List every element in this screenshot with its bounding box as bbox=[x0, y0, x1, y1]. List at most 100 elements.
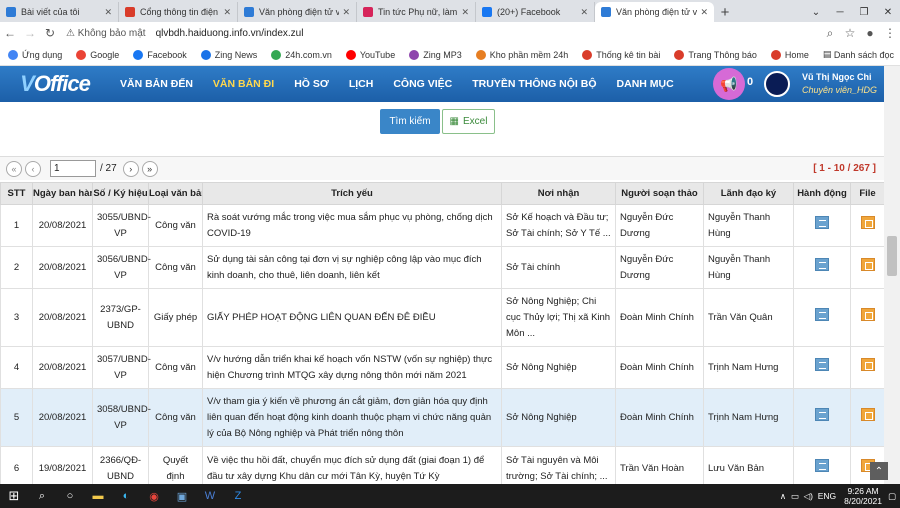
tab-close-icon[interactable]: ✕ bbox=[342, 7, 350, 18]
attachment-icon[interactable] bbox=[860, 408, 875, 421]
restore-icon[interactable]: ❐ bbox=[852, 2, 876, 22]
attachment-icon[interactable] bbox=[860, 308, 875, 321]
task-view-icon[interactable]: ○ bbox=[56, 484, 84, 508]
minimize-icon[interactable]: ─ bbox=[828, 2, 852, 22]
excel-button[interactable]: ▦ Excel bbox=[442, 109, 495, 134]
bookmark-item[interactable]: Google bbox=[76, 49, 119, 60]
tab-search-icon[interactable]: ⌄ bbox=[804, 2, 828, 22]
browser-tab[interactable]: Tin tức Phụ nữ, làm đẹp✕ bbox=[357, 2, 476, 22]
menu-item[interactable]: HỒ SƠ bbox=[284, 66, 339, 102]
profile-icon[interactable]: ● bbox=[860, 26, 880, 40]
tab-close-icon[interactable]: ✕ bbox=[104, 7, 112, 18]
menu-item[interactable]: VĂN BẢN ĐẾN bbox=[110, 66, 203, 102]
forward-icon[interactable]: → bbox=[20, 26, 40, 40]
url-field[interactable]: ⚠ Không bảo mật qlvbdh.haiduong.info.vn/… bbox=[66, 25, 820, 42]
tab-close-icon[interactable]: ✕ bbox=[461, 7, 469, 18]
column-header[interactable]: Số / Ký hiệu bbox=[92, 182, 149, 205]
tab-close-icon[interactable]: ✕ bbox=[700, 7, 708, 18]
reload-icon[interactable]: ↻ bbox=[40, 26, 60, 40]
bookmark-item[interactable]: 24h.com.vn bbox=[271, 49, 332, 60]
menu-item[interactable]: LỊCH bbox=[339, 66, 384, 102]
view-document-icon[interactable] bbox=[815, 408, 829, 421]
chrome-icon[interactable]: ◉ bbox=[140, 484, 168, 508]
table-row[interactable]: 4 20/08/2021 3057/UBND-VP Công văn V/v hướng… bbox=[0, 346, 884, 389]
menu-item[interactable]: CÔNG VIỆC bbox=[383, 66, 462, 102]
menu-item[interactable]: TRUYỀN THÔNG NỘI BỘ bbox=[462, 66, 606, 102]
attachment-icon[interactable] bbox=[860, 258, 875, 271]
view-document-icon[interactable] bbox=[815, 358, 829, 371]
last-page-icon[interactable]: » bbox=[141, 160, 158, 177]
page-input[interactable]: 1 bbox=[50, 160, 96, 177]
bookmark-item[interactable]: Zing MP3 bbox=[409, 49, 462, 60]
volume-icon[interactable]: ◁) bbox=[804, 491, 818, 502]
column-header[interactable]: STT bbox=[0, 182, 33, 205]
user-info[interactable]: Vũ Thị Ngọc Chi Chuyên viên_HDG bbox=[802, 71, 877, 97]
view-document-icon[interactable] bbox=[815, 459, 829, 472]
word-icon[interactable]: W bbox=[196, 484, 224, 508]
clock[interactable]: 9:26 AM 8/20/2021 bbox=[844, 486, 882, 506]
browser-tab[interactable]: Bài viết của tôi ✕ bbox=[0, 2, 119, 22]
attachment-icon[interactable] bbox=[860, 358, 875, 371]
bookmark-item[interactable]: YouTube bbox=[345, 49, 395, 60]
browser-tab[interactable]: Văn phòng điện tử vOffice✕ bbox=[238, 2, 357, 22]
bookmark-star-icon[interactable]: ☆ bbox=[840, 26, 860, 40]
voffice-logo[interactable]: V Office bbox=[0, 66, 110, 102]
avatar[interactable] bbox=[764, 71, 790, 97]
column-header[interactable]: Nơi nhận bbox=[501, 182, 616, 205]
scrollbar-thumb[interactable] bbox=[887, 236, 897, 276]
column-header[interactable]: File bbox=[850, 182, 884, 205]
zalo-icon[interactable]: Z bbox=[224, 484, 252, 508]
search-icon[interactable]: ⌕ bbox=[28, 484, 56, 508]
tray-chevron-icon[interactable]: ∧ bbox=[780, 491, 791, 502]
zoom-icon[interactable]: ⌕ bbox=[820, 26, 840, 41]
column-header[interactable]: Ngày ban hành bbox=[32, 182, 93, 205]
view-document-icon[interactable] bbox=[815, 308, 829, 321]
view-document-icon[interactable] bbox=[815, 258, 829, 271]
table-row[interactable]: 2 20/08/2021 3056/UBND-VP Công văn Sử dụng t… bbox=[0, 246, 884, 289]
tab-close-icon[interactable]: ✕ bbox=[580, 7, 588, 18]
bookmark-item[interactable]: Thống kê tin bài bbox=[582, 49, 660, 60]
reading-list-link[interactable]: ▤ Danh sách đọc bbox=[823, 49, 894, 60]
browser-tab[interactable]: Văn phòng điện tử vOffice✕ bbox=[595, 2, 714, 22]
file-explorer-icon[interactable]: ▬ bbox=[84, 484, 112, 508]
back-icon[interactable]: ← bbox=[0, 26, 20, 40]
edge-icon[interactable]: ◐ bbox=[112, 484, 140, 508]
table-row[interactable]: 3 20/08/2021 2373/GP-UBND Giấy phép GIẤY PHÉ… bbox=[0, 288, 884, 347]
tab-close-icon[interactable]: ✕ bbox=[223, 7, 231, 18]
bookmark-item[interactable]: Zing News bbox=[200, 49, 257, 60]
scroll-top-icon[interactable]: ⌃ bbox=[870, 462, 888, 480]
menu-item[interactable]: VĂN BẢN ĐI bbox=[203, 66, 284, 102]
next-page-icon[interactable]: › bbox=[122, 160, 139, 177]
menu-icon[interactable]: ⋮ bbox=[880, 26, 900, 40]
bookmark-item[interactable]: Facebook bbox=[133, 49, 187, 60]
attachment-icon[interactable] bbox=[860, 216, 875, 229]
column-header[interactable]: Lãnh đạo ký bbox=[703, 182, 794, 205]
browser-tab[interactable]: (20+) Facebook ✕ bbox=[476, 2, 595, 22]
menu-item[interactable]: DANH MỤC bbox=[607, 66, 684, 102]
column-header[interactable]: Loại văn bản bbox=[148, 182, 203, 205]
column-header[interactable]: Trích yếu bbox=[202, 182, 502, 205]
table-row[interactable]: 6 19/08/2021 2366/QĐ-UBND Quyết định Về việc… bbox=[0, 446, 884, 484]
new-tab-button[interactable]: + bbox=[714, 2, 736, 22]
view-document-icon[interactable] bbox=[815, 216, 829, 229]
column-header[interactable]: Người soạn thảo bbox=[615, 182, 704, 205]
notifications-icon[interactable]: ▢ bbox=[888, 491, 896, 502]
megaphone-icon[interactable]: 📢 bbox=[713, 68, 745, 100]
table-row[interactable]: 1 20/08/2021 3055/UBND-VP Công văn Rà soát v… bbox=[0, 204, 884, 247]
security-label[interactable]: ⚠ Không bảo mật bbox=[66, 28, 146, 39]
bookmark-item[interactable]: Ứng dụng bbox=[8, 49, 62, 60]
prev-page-icon[interactable]: ‹ bbox=[25, 160, 41, 177]
close-window-icon[interactable]: ✕ bbox=[876, 2, 900, 22]
language-indicator[interactable]: ENG bbox=[818, 491, 836, 501]
column-header[interactable]: Hành động bbox=[793, 182, 851, 205]
first-page-icon[interactable]: « bbox=[6, 160, 22, 177]
browser-tab[interactable]: Cổng thông tin điện tử ✕ bbox=[119, 2, 238, 22]
table-row[interactable]: 5 20/08/2021 3058/UBND-VP Công văn V/v tham … bbox=[0, 388, 884, 447]
network-icon[interactable]: ▭ bbox=[791, 491, 804, 502]
photos-icon[interactable]: ▣ bbox=[168, 484, 196, 508]
windows-start-icon[interactable]: ⊞ bbox=[0, 484, 28, 508]
bookmark-item[interactable]: Home bbox=[770, 49, 809, 60]
bookmark-item[interactable]: Trang Thông báo bbox=[674, 49, 757, 60]
search-button[interactable]: Tìm kiếm bbox=[380, 109, 440, 134]
vertical-scrollbar[interactable] bbox=[884, 66, 900, 484]
